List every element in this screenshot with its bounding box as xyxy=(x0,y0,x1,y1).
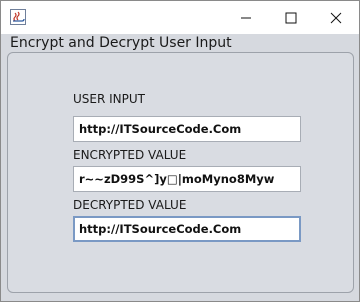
close-icon xyxy=(330,12,341,23)
user-input-field[interactable]: http://ITSourceCode.Com xyxy=(73,116,301,142)
encrypted-value-field[interactable]: r~~zD99S^]y□|moMyno8Myw xyxy=(73,166,301,192)
decrypted-value-field[interactable]: http://ITSourceCode.Com xyxy=(73,216,301,242)
app-window: Encrypt and Decrypt User Input USER INPU… xyxy=(0,0,360,302)
maximize-button[interactable] xyxy=(268,1,313,34)
maximize-icon xyxy=(285,12,296,23)
encrypted-value-label: ENCRYPTED VALUE xyxy=(73,148,187,162)
decrypted-value-label: DECRYPTED VALUE xyxy=(73,198,187,212)
close-button[interactable] xyxy=(313,1,358,34)
frame-title: Encrypt and Decrypt User Input xyxy=(10,35,232,51)
minimize-icon xyxy=(240,17,251,18)
java-app-icon[interactable] xyxy=(10,9,26,25)
user-input-label: USER INPUT xyxy=(73,92,145,106)
title-bar[interactable] xyxy=(1,1,359,34)
minimize-button[interactable] xyxy=(223,1,268,34)
